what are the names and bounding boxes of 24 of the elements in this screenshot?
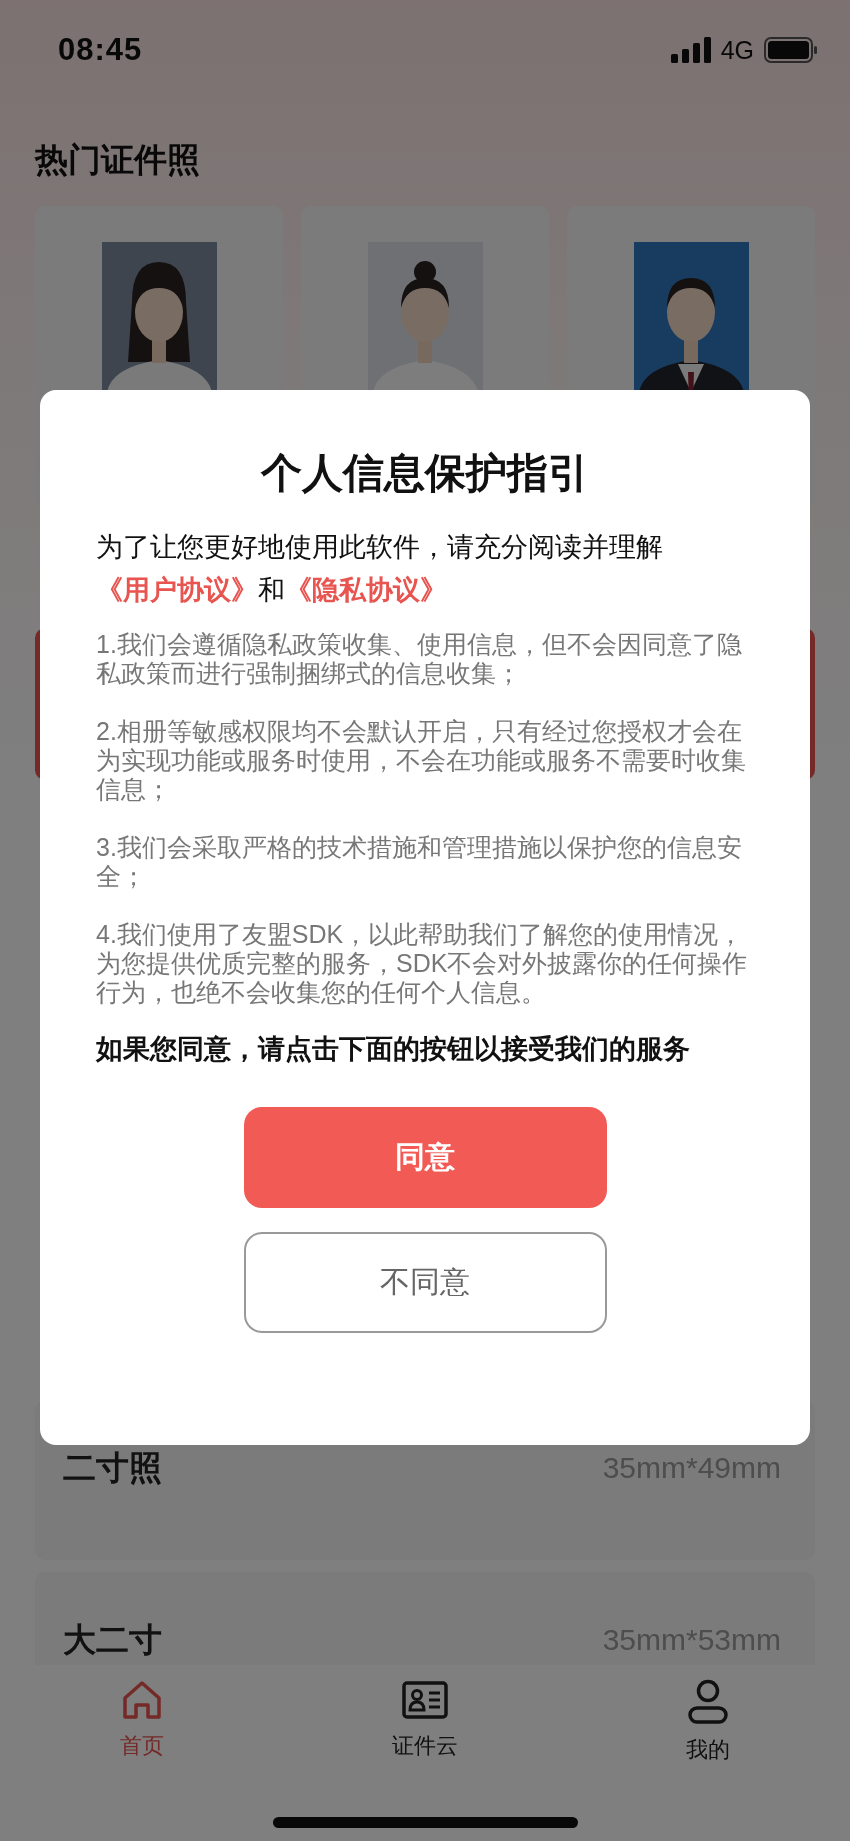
intro-paragraph: 为了让您更好地使用此软件，请充分阅读并理解 《用户协议》和《隐私协议》 <box>96 531 664 607</box>
dialog-title: 个人信息保护指引 <box>259 449 590 498</box>
policy-paragraph: 1.我们会遵循隐私政策收集、使用信息，但不会因同意了隐私政策而进行强制捆绑式的信息收集； <box>96 630 743 688</box>
tab[interactable]: 证件云 <box>283 1679 567 1765</box>
tab[interactable]: 首页 <box>0 1679 284 1765</box>
agree-button[interactable]: 同意 <box>243 1107 607 1208</box>
policy-paragraph: 4.我们使用了友盟SDK，以此帮助我们了解您的使用情况，为您提供优质完整的服务，SDK不会对外披露你的任何操作行为，也绝不会收集您的任何个人信息。 <box>96 920 749 1007</box>
size-name: 二寸照 <box>63 1448 162 1488</box>
battery-icon <box>764 37 818 63</box>
id-card-icon <box>402 1679 448 1721</box>
status-time: 08:45 <box>58 32 144 68</box>
disagree-button[interactable]: 不同意 <box>243 1232 607 1333</box>
signal-icon <box>670 37 713 63</box>
person-icon <box>687 1679 730 1725</box>
policy-paragraph: 2.相册等敏感权限均不会默认开启，只有经过您授权才会在为实现功能或服务时使用，不会在功能或服务不需要时收集信息； <box>96 717 747 804</box>
policy-paragraph: 3.我们会采取严格的技术措施和管理措施以保护您的信息安全； <box>96 833 743 891</box>
agreement-link[interactable]: 《用户协议》 <box>96 575 258 605</box>
home-icon <box>120 1679 163 1721</box>
network-label: 4G <box>720 35 754 65</box>
agreement-link[interactable]: 《隐私协议》 <box>285 575 447 605</box>
section-title: 热门证件照 <box>35 140 201 180</box>
consent-notice: 如果您同意，请点击下面的按钮以接受我们的服务 <box>96 1033 691 1065</box>
tab[interactable]: 我的 <box>566 1679 850 1765</box>
size-name: 大二寸 <box>63 1620 162 1660</box>
